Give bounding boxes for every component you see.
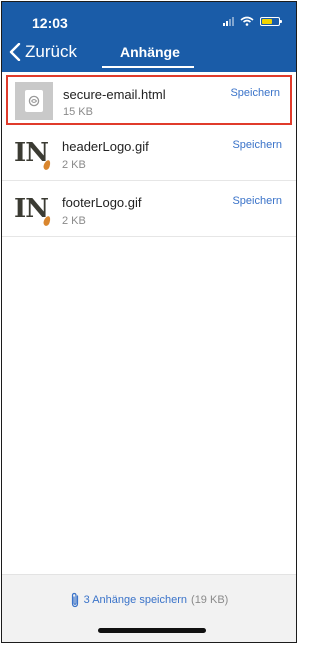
attachment-size: 2 KB	[62, 215, 86, 227]
attachment-list: secure-email.html 15 KB Speichern IN hea…	[2, 72, 296, 237]
save-attachment-button[interactable]: Speichern	[232, 139, 282, 151]
phone-screen: 12:03 Zurück Anhänge secure-email.html 1…	[1, 1, 297, 643]
save-attachment-button[interactable]: Speichern	[230, 87, 280, 99]
in-logo-thumbnail: IN	[12, 190, 52, 228]
total-size: (19 KB)	[191, 594, 229, 606]
page-title: Anhänge	[120, 44, 180, 60]
attachment-row[interactable]: IN headerLogo.gif 2 KB Speichern	[2, 125, 296, 181]
back-label: Zurück	[25, 42, 77, 61]
attachment-size: 2 KB	[62, 159, 86, 171]
status-icons	[223, 16, 282, 26]
attachment-size: 15 KB	[63, 106, 93, 118]
paperclip-icon	[71, 592, 78, 608]
attachment-name: footerLogo.gif	[62, 195, 142, 210]
footer-bar: 3 Anhänge speichern (19 KB)	[2, 574, 296, 642]
attachment-row[interactable]: secure-email.html 15 KB Speichern	[6, 75, 292, 125]
home-indicator[interactable]	[98, 628, 206, 633]
save-all-label: 3 Anhänge speichern	[83, 594, 188, 606]
signal-icon	[223, 16, 234, 26]
top-navigation-bar: 12:03 Zurück Anhänge	[2, 2, 296, 72]
battery-icon	[260, 16, 282, 26]
back-button[interactable]: Zurück	[9, 42, 77, 62]
chevron-left-icon	[9, 43, 21, 61]
in-logo-thumbnail: IN	[12, 134, 52, 172]
attachment-row[interactable]: IN footerLogo.gif 2 KB Speichern	[2, 181, 296, 237]
status-time: 12:03	[32, 15, 68, 31]
attachment-name: secure-email.html	[63, 87, 166, 102]
html-file-icon	[15, 82, 53, 120]
wifi-icon	[240, 16, 254, 26]
in-logo-text: IN	[14, 194, 49, 224]
in-logo-text: IN	[14, 138, 49, 168]
save-attachment-button[interactable]: Speichern	[232, 195, 282, 207]
active-tab-indicator	[102, 66, 194, 68]
attachment-name: headerLogo.gif	[62, 139, 149, 154]
save-all-attachments-button[interactable]: 3 Anhänge speichern (19 KB)	[2, 592, 296, 608]
